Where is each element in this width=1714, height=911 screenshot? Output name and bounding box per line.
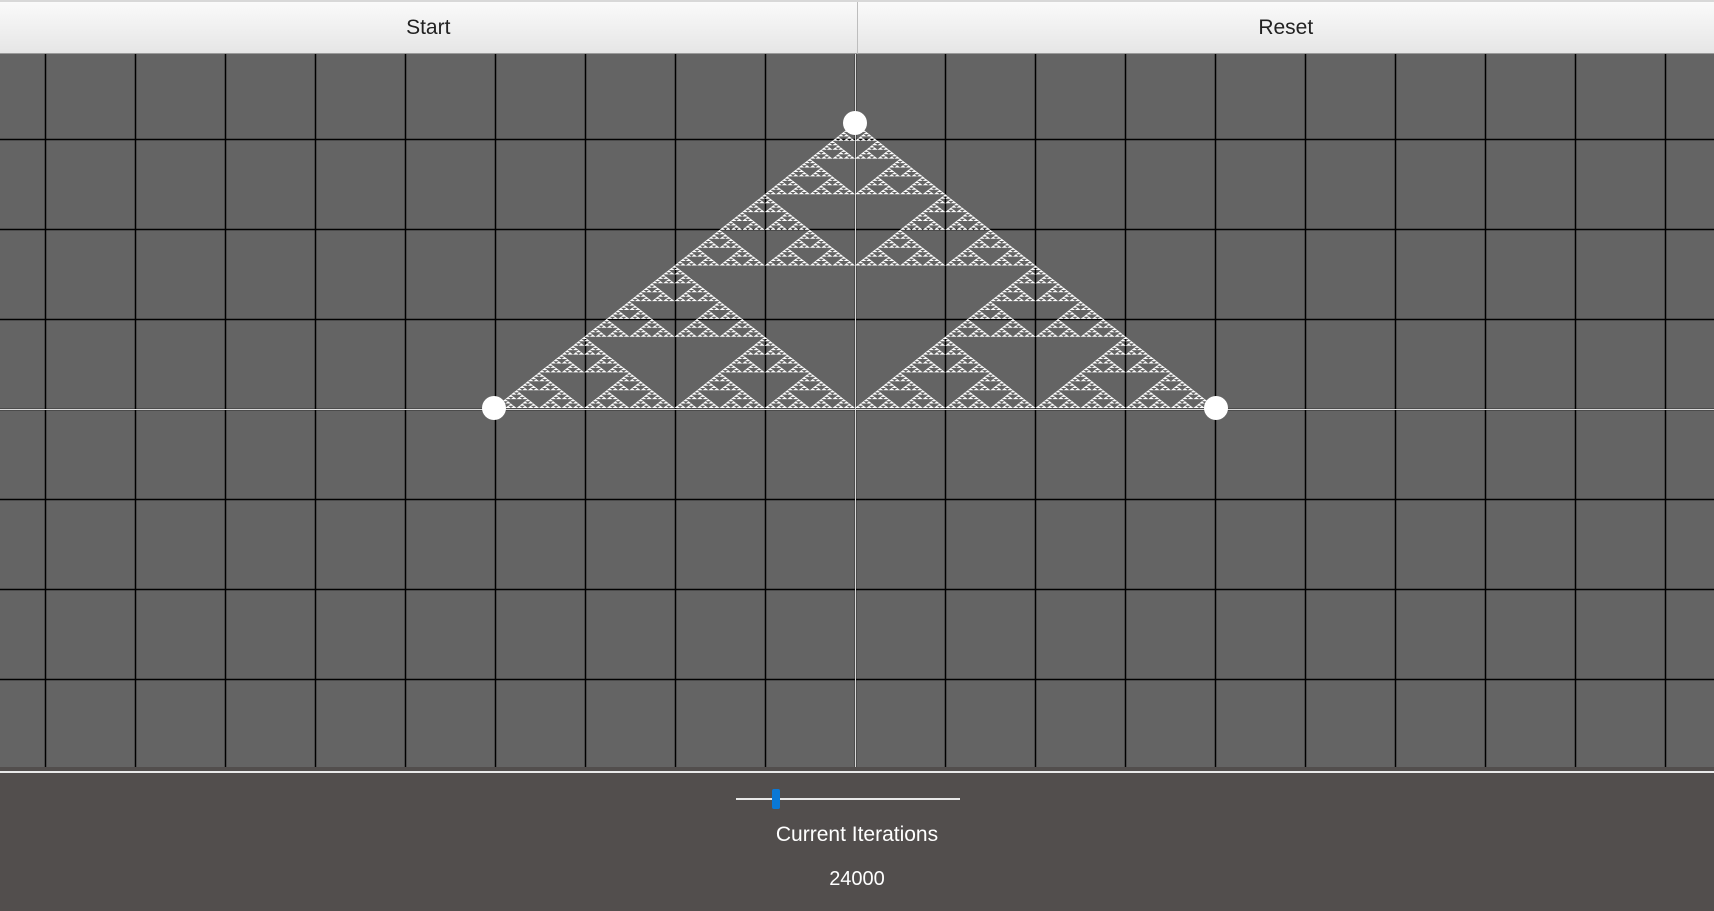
vertex-handle-right[interactable] bbox=[1204, 396, 1228, 420]
start-button[interactable]: Start bbox=[0, 2, 857, 54]
reset-button[interactable]: Reset bbox=[856, 2, 1714, 54]
axes bbox=[0, 54, 1714, 767]
iterations-label: Current Iterations bbox=[775, 823, 939, 846]
slider-track bbox=[736, 798, 960, 800]
controls-panel: Current Iterations 24000 bbox=[0, 773, 1714, 911]
vertex-handle-left[interactable] bbox=[482, 396, 506, 420]
vertex-handle-top[interactable] bbox=[843, 111, 867, 135]
toolbar: Start Reset bbox=[0, 0, 1714, 54]
slider-thumb[interactable] bbox=[772, 789, 781, 809]
fractal-canvas[interactable] bbox=[0, 54, 1714, 767]
grid-lines bbox=[0, 54, 1714, 767]
iterations-slider[interactable] bbox=[736, 789, 960, 809]
iterations-value: 24000 bbox=[829, 868, 885, 890]
axis-lines bbox=[0, 54, 1714, 767]
canvas-svg bbox=[0, 54, 1714, 767]
grid bbox=[0, 54, 1714, 767]
